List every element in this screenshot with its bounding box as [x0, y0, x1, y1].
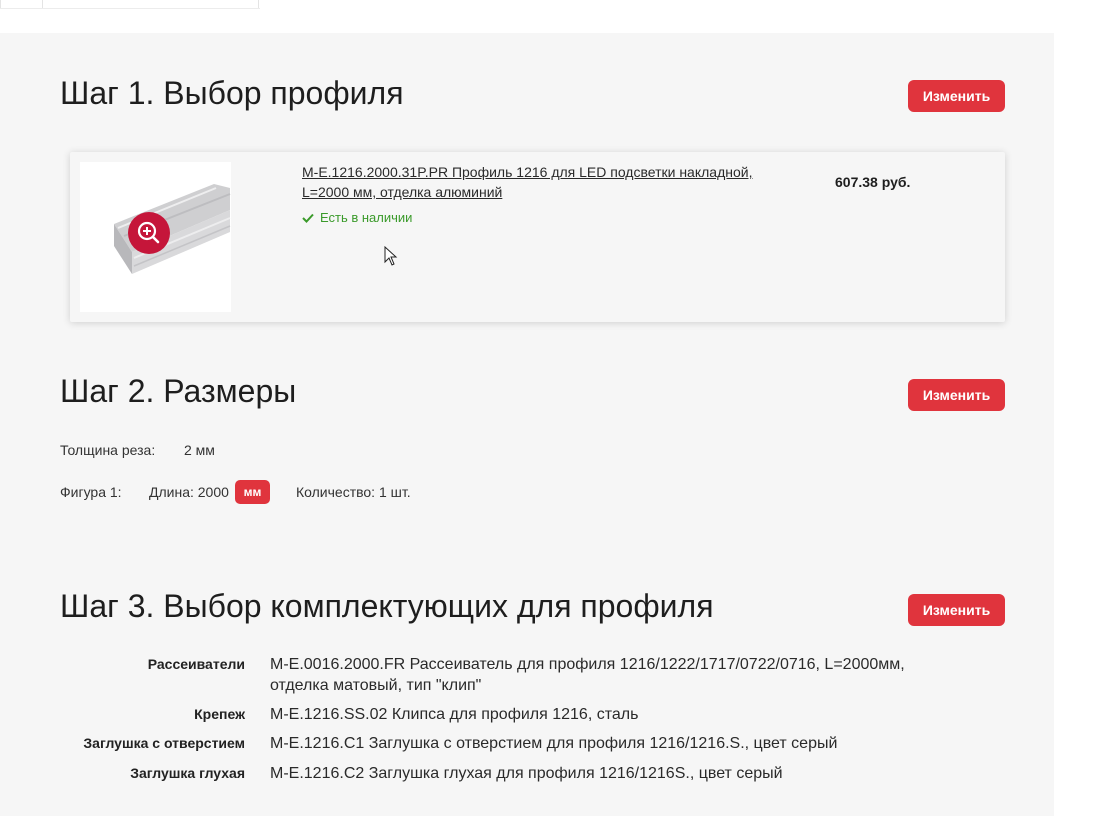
- zoom-in-icon: [137, 221, 160, 244]
- accessory-value-cap-blind: M-E.1216.C2 Заглушка глухая для профиля …: [270, 765, 783, 782]
- figure-label: Фигура 1:: [60, 484, 122, 500]
- accessory-label-cap-hole: Заглушка с отверстием: [83, 735, 245, 751]
- accessory-label-diffusers: Рассеиватели: [147, 656, 245, 672]
- tab-divider: [258, 0, 259, 8]
- mouse-cursor-icon: [384, 246, 398, 266]
- zoom-button[interactable]: [128, 212, 170, 254]
- product-card: M-E.1216.2000.31P.PR Профиль 1216 для LE…: [70, 152, 1005, 322]
- accessory-value-cap-hole: M-E.1216.C1 Заглушка с отверстием для пр…: [270, 735, 838, 752]
- top-tab-strip: [0, 0, 260, 9]
- unit-badge[interactable]: мм: [235, 480, 270, 504]
- accessory-value-diffusers: M-E.0016.2000.FR Рассеиватель для профил…: [270, 656, 905, 694]
- tab-divider: [42, 0, 43, 8]
- step3-title: Шаг 3. Выбор комплектующих для профиля: [60, 588, 714, 624]
- stock-text: Есть в наличии: [320, 210, 413, 225]
- accessory-value-fastener: M-E.1216.SS.02 Клипса для профиля 1216, …: [270, 706, 639, 723]
- product-price: 607.38 руб.: [835, 174, 911, 190]
- step1-change-button[interactable]: Изменить: [908, 80, 1005, 112]
- length-value: Длина: 2000: [149, 484, 229, 500]
- cut-thickness-label: Толщина реза:: [60, 442, 156, 458]
- quantity-value: Количество: 1 шт.: [296, 484, 411, 500]
- step3-change-button[interactable]: Изменить: [908, 594, 1005, 626]
- tab-divider: [0, 0, 1, 8]
- product-image[interactable]: [80, 162, 231, 312]
- step2-title: Шаг 2. Размеры: [60, 373, 297, 409]
- configurator-panel: [0, 33, 1054, 816]
- accessory-label-cap-blind: Заглушка глухая: [130, 765, 245, 781]
- cut-thickness-value: 2 мм: [184, 442, 215, 458]
- stock-status: Есть в наличии: [302, 210, 412, 225]
- step1-title: Шаг 1. Выбор профиля: [60, 75, 404, 111]
- product-name-link[interactable]: M-E.1216.2000.31P.PR Профиль 1216 для LE…: [302, 162, 792, 202]
- accessory-label-fastener: Крепеж: [194, 706, 245, 722]
- step2-change-button[interactable]: Изменить: [908, 379, 1005, 411]
- checkmark-icon: [302, 213, 314, 223]
